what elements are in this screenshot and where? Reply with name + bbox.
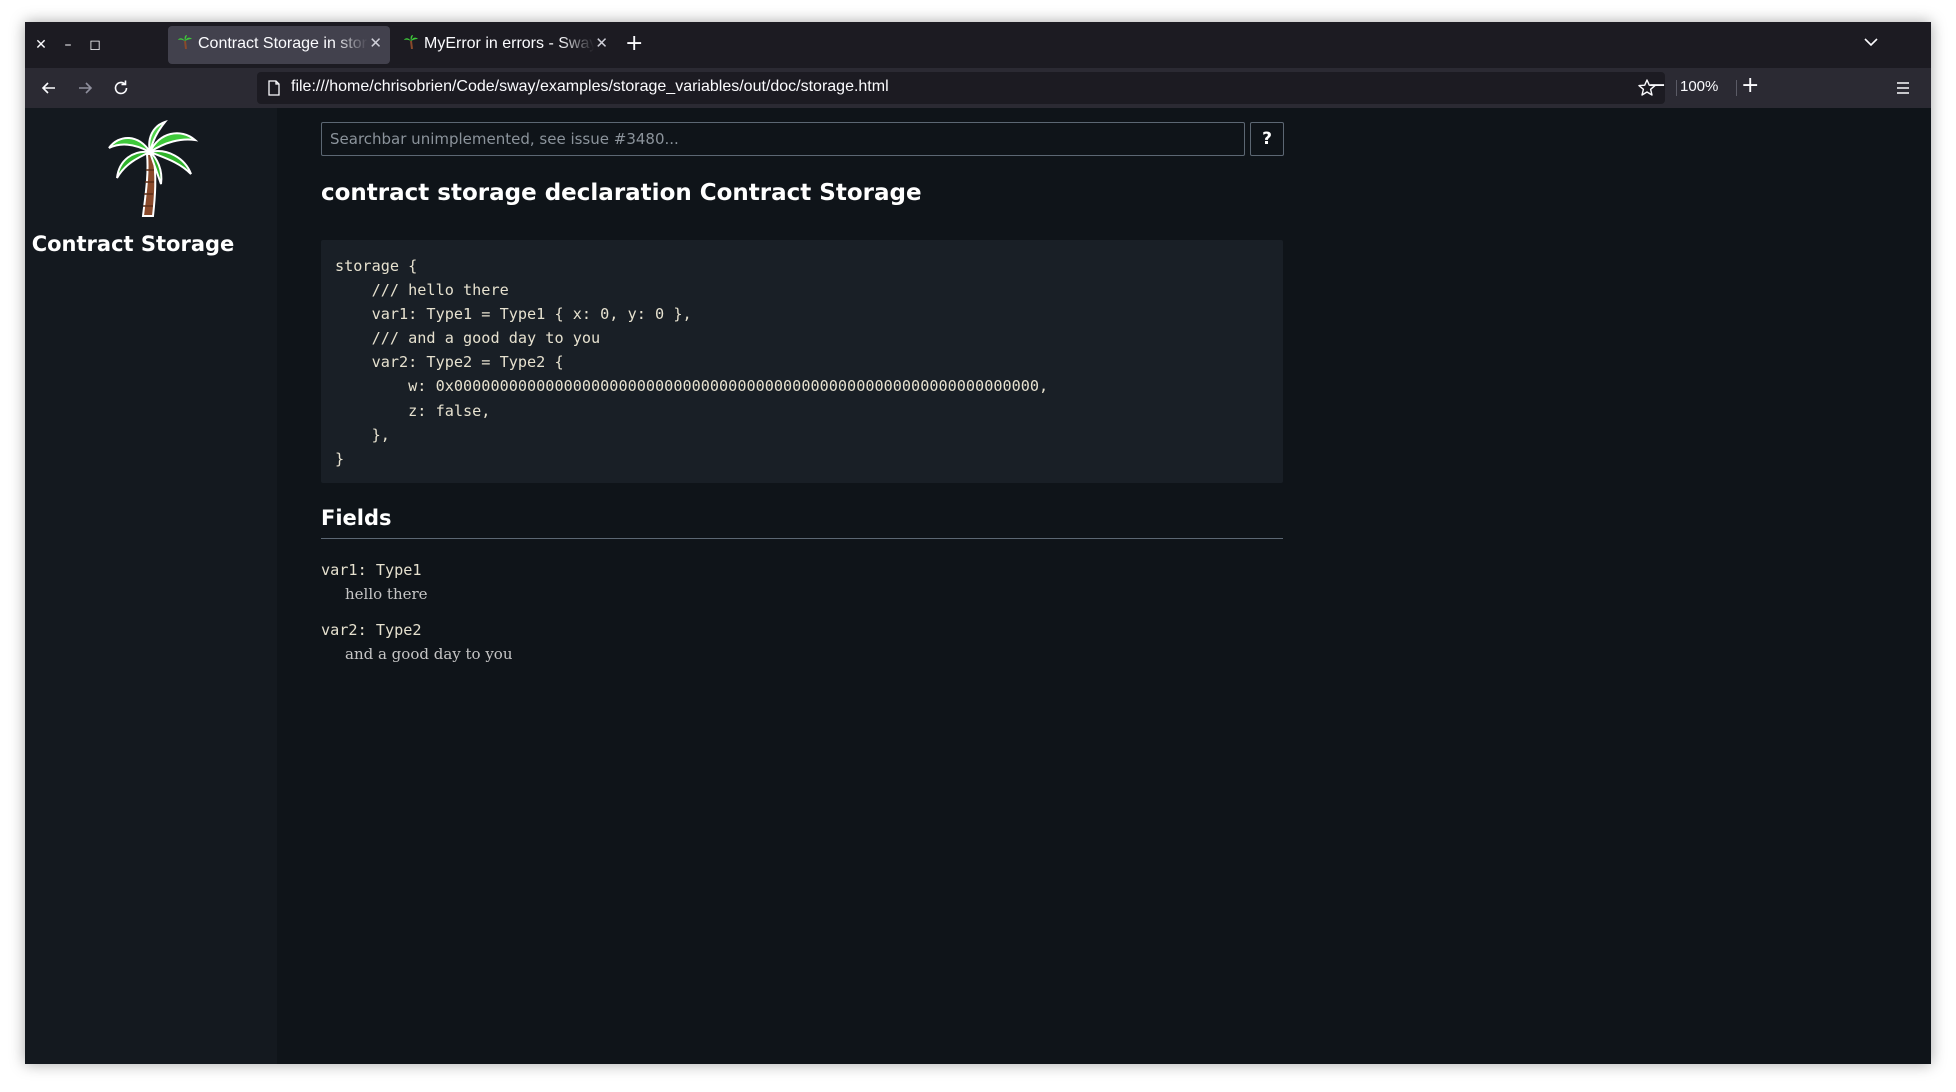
search-input[interactable] — [321, 122, 1245, 156]
field-item: var1: Type1 hello there — [321, 558, 1283, 606]
sidebar-title[interactable]: Contract Storage — [25, 232, 241, 256]
divider — [1736, 80, 1737, 96]
divider — [1676, 80, 1677, 96]
palm-tree-icon[interactable] — [103, 120, 203, 220]
field-doc: hello there — [345, 585, 428, 603]
field-signature: var2: Type2 — [321, 621, 422, 639]
zoom-out-icon[interactable]: − — [1648, 73, 1666, 98]
code-block: storage { /// hello there var1: Type1 = … — [321, 240, 1283, 483]
maximize-window-icon[interactable]: ◻ — [85, 35, 105, 55]
close-tab-icon[interactable]: ✕ — [369, 34, 382, 52]
page-title: contract storage declaration Contract St… — [321, 180, 922, 206]
fields-heading: Fields — [321, 506, 1283, 539]
page-content: Contract Storage ? contract storage decl… — [25, 108, 1931, 1064]
help-button[interactable]: ? — [1250, 122, 1284, 156]
tab-title: MyError in errors - Sway — [424, 35, 594, 52]
url-text[interactable]: file:///home/chrisobrien/Code/sway/examp… — [291, 78, 889, 96]
field-doc: and a good day to you — [345, 645, 513, 663]
field-item: var2: Type2 and a good day to you — [321, 618, 1283, 666]
tab-contract-storage[interactable]: Contract Storage in storage - Sway ✕ — [168, 26, 390, 64]
palm-favicon-icon — [404, 35, 418, 49]
tab-myerror[interactable]: MyError in errors - Sway ✕ — [394, 26, 616, 64]
tab-strip: ✕ – ◻ Contract Storage in storage - Sway… — [25, 22, 1931, 68]
forward-arrow-icon[interactable] — [75, 78, 95, 98]
palm-favicon-icon — [178, 35, 192, 49]
back-arrow-icon[interactable] — [39, 78, 59, 98]
zoom-level[interactable]: 100% — [1680, 78, 1718, 95]
sidebar: Contract Storage — [25, 108, 277, 1064]
close-tab-icon[interactable]: ✕ — [595, 34, 608, 52]
hamburger-menu-icon[interactable] — [1893, 78, 1913, 98]
zoom-in-icon[interactable]: + — [1741, 73, 1759, 98]
url-bar[interactable]: file:///home/chrisobrien/Code/sway/examp… — [257, 72, 1665, 104]
browser-window: ✕ – ◻ Contract Storage in storage - Sway… — [25, 22, 1931, 1064]
page-icon — [268, 80, 280, 96]
new-tab-icon[interactable]: + — [625, 31, 643, 56]
chevron-down-icon[interactable] — [1861, 32, 1881, 52]
field-signature: var1: Type1 — [321, 561, 422, 579]
minimize-window-icon[interactable]: – — [58, 35, 78, 55]
close-window-icon[interactable]: ✕ — [31, 35, 51, 55]
reload-icon[interactable] — [111, 78, 131, 98]
nav-bar: file:///home/chrisobrien/Code/sway/examp… — [25, 68, 1931, 108]
tab-title: Contract Storage in storage - Sway — [198, 35, 368, 52]
